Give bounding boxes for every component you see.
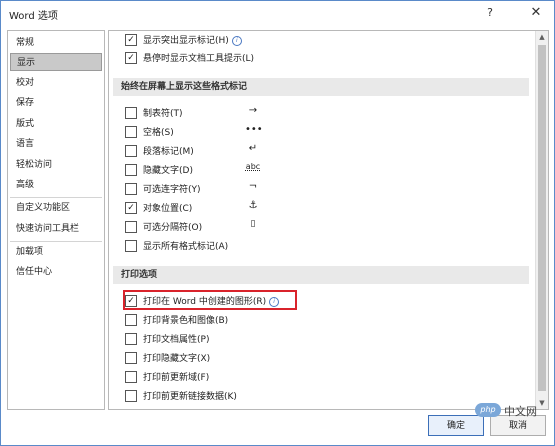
php-logo-icon: php [475,403,501,417]
checkbox[interactable] [125,145,137,157]
sidebar-item-accessibility[interactable]: 轻松访问 [10,156,102,174]
option-label: 对象位置(C) [143,204,193,214]
checkbox-checked[interactable]: ✓ [125,52,137,64]
sidebar-divider [10,197,102,198]
checkbox[interactable] [125,314,137,326]
options-sidebar: 常规 显示 校对 保存 版式 语言 轻松访问 高级 自定义功能区 快速访问工具栏… [7,30,105,410]
hidden-text-icon: abc [245,162,261,171]
option-label: 隐藏文字(D) [143,166,193,176]
sidebar-item-customize-ribbon[interactable]: 自定义功能区 [10,199,102,217]
option-label: 显示突出显示标记(H) [143,36,229,46]
watermark: php 中文网 [475,403,547,421]
option-label: 打印前更新链接数据(K) [143,392,237,402]
title-bar: Word 选项 ? ✕ [1,1,554,27]
checkbox[interactable] [125,390,137,402]
sidebar-item-add-ins[interactable]: 加载项 [10,243,102,261]
vertical-scrollbar[interactable]: ▲ ▼ [535,31,548,409]
sidebar-divider [10,241,102,242]
checkbox[interactable] [125,183,137,195]
sidebar-item-advanced[interactable]: 高级 [10,176,102,194]
option-label: 打印隐藏文字(X) [143,354,211,364]
option-label: 打印文档属性(P) [143,335,210,345]
sidebar-item-language[interactable]: 语言 [10,135,102,153]
paragraph-mark-icon: ↵ [248,143,258,154]
checkbox[interactable] [125,352,137,364]
checkbox[interactable] [125,164,137,176]
sidebar-item-general[interactable]: 常规 [10,34,102,52]
option-label: 空格(S) [143,128,174,138]
option-label: 可选连字符(Y) [143,185,201,195]
sidebar-item-display[interactable]: 显示 [10,53,102,71]
checkbox[interactable] [125,240,137,252]
options-content-panel: ✓ 显示突出显示标记(H) i ✓ 悬停时显示文档工具提示(L) 始终在屏幕上显示… [108,30,549,410]
sidebar-item-save[interactable]: 保存 [10,94,102,112]
info-icon: i [231,36,242,46]
option-label: 悬停时显示文档工具提示(L) [143,54,255,64]
watermark-text: 中文网 [504,405,537,418]
checkbox-checked[interactable]: ✓ [125,202,137,214]
option-label: 打印前更新域(F) [143,373,210,383]
checkbox[interactable] [125,221,137,233]
sidebar-item-layout[interactable]: 版式 [10,115,102,133]
option-label: 可选分隔符(O) [143,223,203,233]
optional-hyphen-icon: ¬ [248,181,258,192]
checkbox[interactable] [125,126,137,138]
checkbox[interactable] [125,371,137,383]
sidebar-item-quick-access-toolbar[interactable]: 快速访问工具栏 [10,220,102,238]
help-button[interactable]: ? [484,6,496,20]
checkbox-checked[interactable]: ✓ [125,34,137,46]
checkbox[interactable] [125,107,137,119]
space-dots-icon: ••• [245,124,263,135]
section-header-formatting-marks: 始终在屏幕上显示这些格式标记 [113,78,529,96]
option-label: 打印背景色和图像(B) [143,316,229,326]
sidebar-item-trust-center[interactable]: 信任中心 [10,263,102,281]
option-label: 段落标记(M) [143,147,194,157]
option-label: 显示所有格式标记(A) [143,242,229,252]
tab-arrow-icon: → [248,105,258,116]
close-button[interactable]: ✕ [529,5,543,21]
anchor-icon: ⚓ [248,200,258,211]
scrollbar-thumb[interactable] [538,45,546,391]
section-header-print-options: 打印选项 [113,266,529,284]
dialog-title: Word 选项 [9,11,58,22]
sidebar-item-proofing[interactable]: 校对 [10,74,102,92]
red-highlight-box [123,290,297,310]
word-options-dialog: Word 选项 ? ✕ 常规 显示 校对 保存 版式 语言 轻松访问 高级 自定… [0,0,555,446]
optional-break-icon: ▯ [250,219,256,229]
checkbox[interactable] [125,333,137,345]
option-label: 制表符(T) [143,109,183,119]
scroll-up-arrow-icon[interactable]: ▲ [536,31,548,43]
